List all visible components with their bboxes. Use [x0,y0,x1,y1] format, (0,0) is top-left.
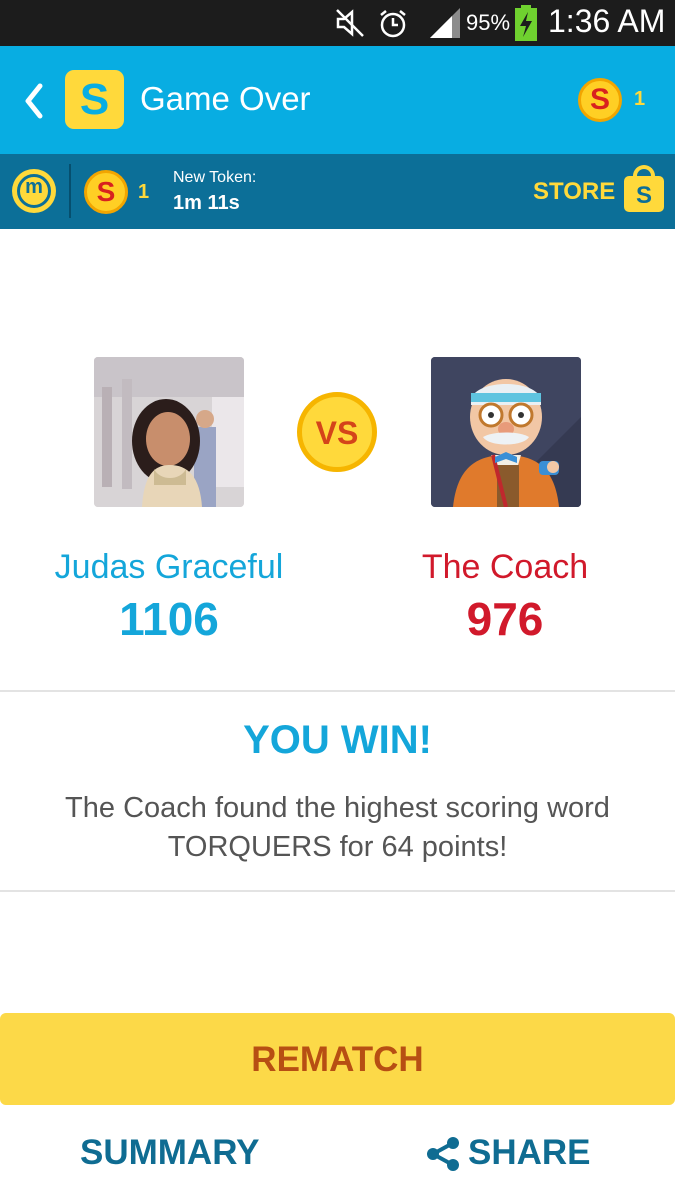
battery-charging-icon [515,5,537,41]
clock: 1:36 AM [548,3,666,39]
app-logo: S [65,70,124,129]
player2-score: 976 [466,593,544,645]
vs-badge: VS [297,392,377,472]
token-count: 1 [138,181,150,203]
page-title: Game Over [140,80,311,117]
app-logo-letter: S [79,75,110,124]
store-bag-letter: S [635,182,652,209]
coin-count: 1 [634,88,646,110]
new-token-label: New Token: [173,169,257,186]
signal-icon [430,8,460,38]
coin-icon[interactable]: S [578,78,622,122]
share-icon [427,1137,459,1171]
store-button[interactable]: STORE S [530,165,670,218]
m-badge-letter: m [25,176,43,198]
store-label: STORE [533,178,616,205]
result-title: YOU WIN! [243,718,432,762]
divider [69,164,71,218]
divider-top [0,690,675,692]
rematch-label: REMATCH [251,1040,424,1079]
mute-icon [336,9,364,37]
token-coin-icon: S [84,170,128,214]
coin-symbol: S [589,83,610,116]
new-token-timer: 1m 11s [173,192,240,214]
battery-percent: 95% [466,10,511,35]
summary-button[interactable]: SUMMARY [60,1125,280,1185]
player1-name: Judas Graceful [54,548,284,586]
share-label: SHARE [468,1133,591,1172]
app-bar: S Game Over S 1 [0,46,675,154]
shopping-bag-icon: S [624,165,664,212]
token-coin-symbol: S [96,176,116,207]
rematch-button[interactable]: REMATCH [0,1013,675,1105]
status-bar: 95% 1:36 AM [0,0,675,46]
player2-name: The Coach [421,548,589,586]
player1-score: 1106 [119,593,219,645]
m-badge-icon[interactable]: m [12,169,56,213]
alarm-icon [380,10,406,38]
player1-avatar [94,357,244,507]
player2-avatar [431,357,581,507]
result-detail: The Coach found the highest scoring word… [65,792,610,863]
summary-label: SUMMARY [80,1133,260,1172]
divider-bottom [0,890,675,892]
share-button[interactable]: SHARE [420,1125,620,1185]
back-arrow-icon[interactable] [18,76,52,126]
token-bar: m S 1 New Token: 1m 11s STORE S [0,154,675,229]
vs-label: VS [315,415,359,451]
